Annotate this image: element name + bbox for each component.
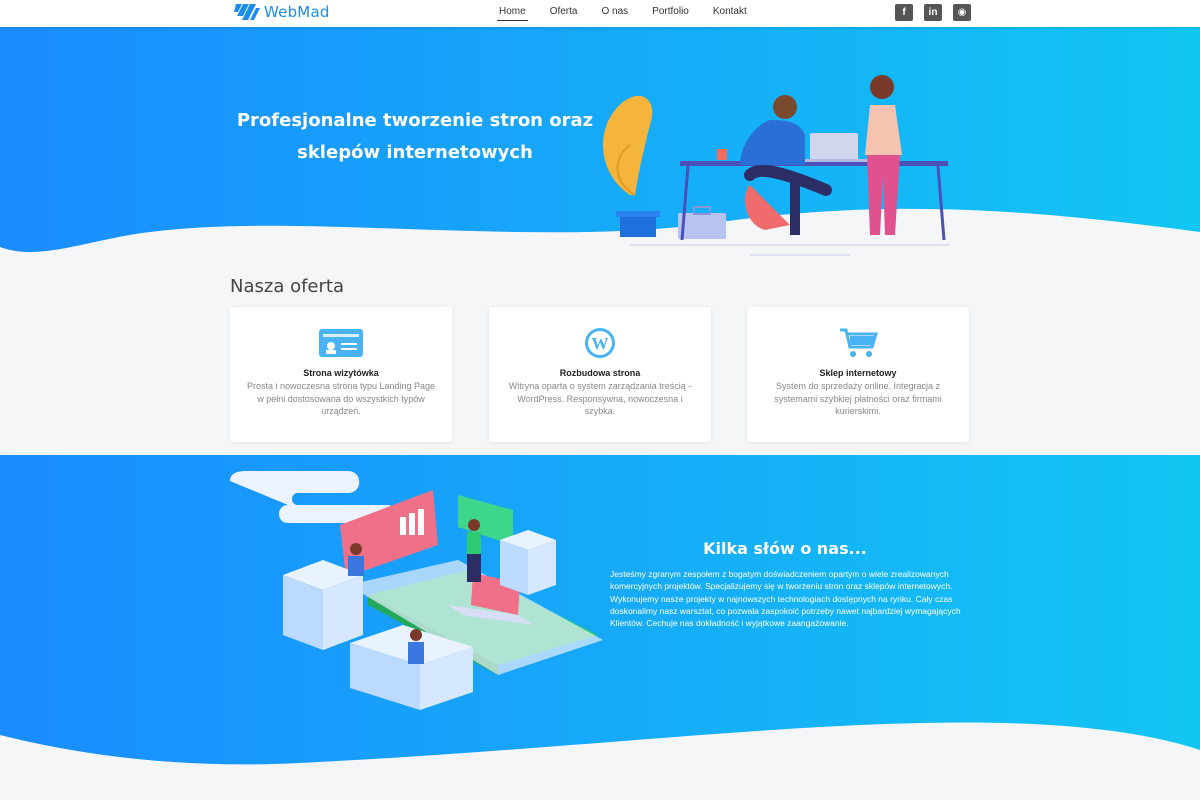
team-working-illustration xyxy=(603,75,950,256)
nav-oferta[interactable]: Oferta xyxy=(548,6,580,21)
facebook-icon[interactable]: f xyxy=(895,4,913,21)
brand-logo[interactable]: WebMad xyxy=(234,2,330,22)
about-section: Kilka słów o nas... Jesteśmy zgranym zes… xyxy=(0,455,1200,800)
nav-kontakt[interactable]: Kontakt xyxy=(711,6,749,21)
card-description: System do sprzedaży online. Integracja z… xyxy=(774,381,942,416)
webmad-logo-icon xyxy=(234,4,260,20)
about-title: Kilka słów o nas... xyxy=(703,539,867,558)
hero-title: Profesjonalne tworzenie stron oraz sklep… xyxy=(236,110,594,163)
about-paragraph: Jesteśmy zgranym zespołem z bogatym dośw… xyxy=(610,569,961,629)
nav-portfolio[interactable]: Portfolio xyxy=(650,6,691,21)
svg-text:W: W xyxy=(592,334,609,353)
hero-section: Profesjonalne tworzenie stron oraz sklep… xyxy=(0,27,1200,277)
social-links: f in ◉ xyxy=(895,4,971,21)
card-title: Strona wizytówka xyxy=(303,368,379,378)
id-card-icon xyxy=(319,329,363,357)
card-title: Sklep internetowy xyxy=(819,368,897,378)
card-description: Prosta i nowoczesna strona typu Landing … xyxy=(246,381,436,416)
github-icon[interactable]: ◉ xyxy=(953,4,971,21)
offer-card-shop[interactable]: Sklep internetowy System do sprzedaży on… xyxy=(747,307,969,442)
offer-card-business-card[interactable]: Strona wizytówka Prosta i nowoczesna str… xyxy=(230,307,452,442)
main-nav: Home Oferta O nas Portfolio Kontakt xyxy=(497,6,769,21)
offer-card-wordpress[interactable]: W Rozbudowa strona Witryna oparta o syst… xyxy=(489,307,711,442)
team-dashboard-illustration xyxy=(230,471,603,710)
card-description: Witryna oparta o system zarządzania treś… xyxy=(508,381,692,416)
nav-o-nas[interactable]: O nas xyxy=(599,6,630,21)
offer-section-title: Nasza oferta xyxy=(230,276,344,297)
nav-home[interactable]: Home xyxy=(497,6,528,21)
linkedin-icon[interactable]: in xyxy=(924,4,942,21)
card-title: Rozbudowa strona xyxy=(559,368,641,378)
brand-name: WebMad xyxy=(264,3,330,21)
shopping-cart-icon xyxy=(840,328,879,357)
navbar: WebMad Home Oferta O nas Portfolio Konta… xyxy=(0,0,1200,27)
wordpress-icon: W xyxy=(585,328,615,358)
